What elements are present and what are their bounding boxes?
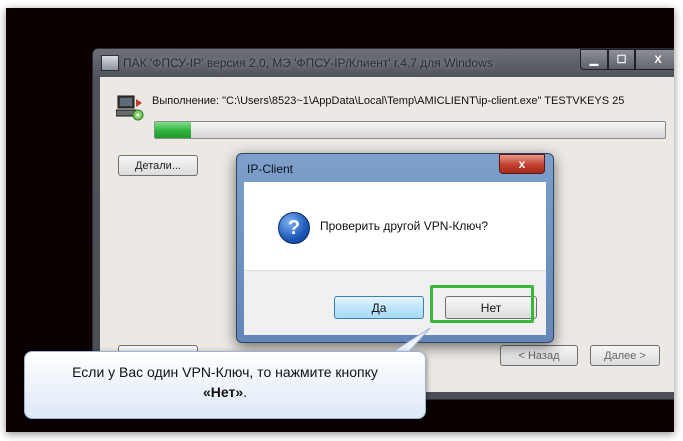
instruction-callout: Если у Вас один VPN-Ключ, то нажмите кно… <box>24 351 426 419</box>
details-button[interactable]: Детали... <box>118 155 198 176</box>
callout-line-2: «Нет». <box>25 382 425 402</box>
question-icon: ? <box>278 212 310 244</box>
callout-period: . <box>243 384 248 400</box>
dialog-message: Проверить другой VPN-Ключ? <box>320 219 489 233</box>
installer-titlebar[interactable]: ПАК 'ФПСУ-IP' версия 2.0, МЭ 'ФПСУ-IP/Кл… <box>93 49 674 77</box>
yes-button[interactable]: Да <box>334 296 424 319</box>
exec-status-text: Выполнение: "C:\Users\8523~1\AppData\Loc… <box>152 95 625 107</box>
no-button-highlight <box>430 285 534 323</box>
dialog-close-button[interactable]: x <box>499 154 545 174</box>
close-button[interactable]: X <box>635 49 674 70</box>
app-icon <box>101 55 119 71</box>
computer-install-icon <box>116 95 144 121</box>
screenshot-frame: ПАК 'ФПСУ-IP' версия 2.0, МЭ 'ФПСУ-IP/Кл… <box>6 8 674 432</box>
caption-buttons: ▁ ☐ X <box>580 49 674 70</box>
back-button[interactable]: < Назад <box>500 345 578 366</box>
minimize-button[interactable]: ▁ <box>580 49 608 70</box>
callout-line-1: Если у Вас один VPN-Ключ, то нажмите кно… <box>72 364 378 380</box>
callout-bold-no: «Нет» <box>202 384 244 400</box>
install-progress-bar <box>154 121 666 139</box>
next-button[interactable]: Далее > <box>590 345 660 366</box>
dialog-message-area: ? Проверить другой VPN-Ключ? <box>244 182 546 270</box>
dialog-title: IP-Client <box>247 162 294 176</box>
progress-fill <box>155 122 191 138</box>
installer-title: ПАК 'ФПСУ-IP' версия 2.0, МЭ 'ФПСУ-IP/Кл… <box>123 56 493 70</box>
maximize-button[interactable]: ☐ <box>608 49 635 70</box>
exec-row: Выполнение: "C:\Users\8523~1\AppData\Loc… <box>116 91 674 121</box>
